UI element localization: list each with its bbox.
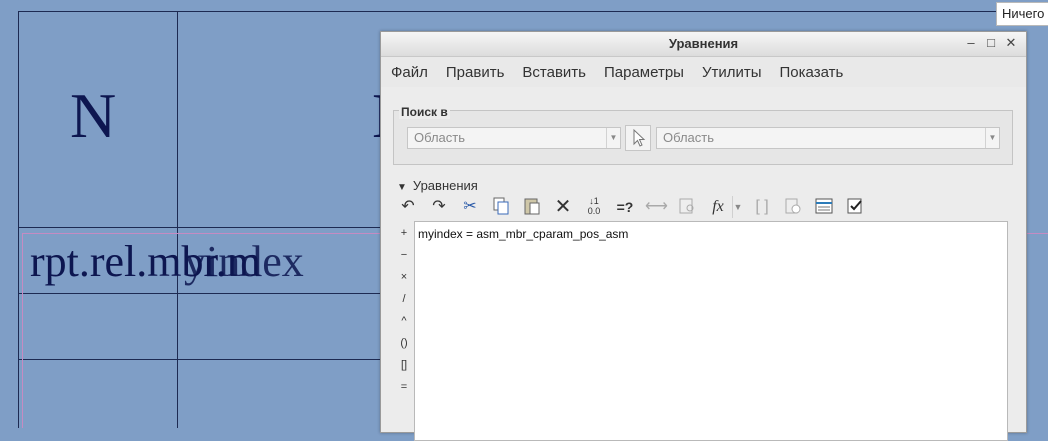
find-icon[interactable] [676, 196, 698, 218]
pick-button[interactable] [625, 125, 651, 151]
operator-minus[interactable]: − [395, 244, 413, 266]
selection-outline [22, 233, 380, 234]
scope-select-right-value: Область [663, 130, 715, 145]
paste-icon[interactable] [521, 196, 543, 218]
operator-plus[interactable]: + [395, 222, 413, 244]
menu-bar: Файл Править Вставить Параметры Утилиты … [381, 57, 1026, 87]
evaluate-icon[interactable]: =? [614, 196, 636, 218]
cut-icon[interactable]: ✂ [459, 196, 481, 218]
menu-show[interactable]: Показать [780, 64, 844, 81]
check-icon[interactable] [844, 196, 866, 218]
redo-icon[interactable]: ↷ [428, 196, 450, 218]
operator-power[interactable]: ^ [395, 310, 413, 332]
brackets-icon[interactable]: [ ] [751, 196, 773, 218]
chevron-down-icon: ▼ [985, 128, 999, 148]
cursor-arrow-icon [633, 128, 646, 147]
menu-file[interactable]: Файл [391, 64, 428, 81]
maximize-icon[interactable]: □ [983, 35, 999, 50]
sort-icon[interactable]: ↓1 0.0 [583, 196, 605, 218]
tooltip: Ничего [996, 2, 1048, 26]
selection-outline [1024, 233, 1048, 234]
copy-icon[interactable] [490, 196, 512, 218]
equation-text: myindex = asm_mbr_cparam_pos_asm [418, 227, 629, 241]
scope-select-left[interactable]: Область ▼ [407, 127, 621, 149]
dialog-titlebar[interactable]: Уравнения – □ ✕ [381, 32, 1026, 57]
table-header-n: N [70, 80, 117, 151]
undo-icon[interactable]: ↶ [397, 196, 419, 218]
equations-toolbar: ↶ ↷ ✂ ✕ ↓1 0.0 =? ⟷ fx ▼ [ ] [397, 196, 875, 218]
operator-divide[interactable]: / [395, 288, 413, 310]
table-row-border [18, 227, 380, 228]
equation-editor[interactable]: myindex = asm_mbr_cparam_pos_asm [414, 221, 1008, 441]
table-col-border [177, 11, 178, 428]
equations-section-header[interactable]: ▼ Уравнения [397, 178, 478, 193]
operator-parentheses[interactable]: () [395, 332, 413, 354]
verify-icon[interactable] [782, 196, 804, 218]
measure-icon[interactable]: ⟷ [645, 196, 668, 218]
collapse-triangle-icon: ▼ [397, 182, 407, 193]
dialog-title: Уравнения [668, 36, 739, 51]
table-left-border [18, 11, 19, 428]
minimize-icon[interactable]: – [963, 35, 979, 50]
menu-edit[interactable]: Править [446, 64, 505, 81]
close-icon[interactable]: ✕ [1003, 35, 1019, 51]
menu-utilities[interactable]: Утилиты [702, 64, 762, 81]
operator-brackets[interactable]: [] [395, 354, 413, 376]
function-icon[interactable]: fx [707, 196, 729, 218]
operator-equals[interactable]: = [395, 376, 413, 398]
selection-outline [22, 233, 23, 428]
search-group-label: Поиск в [399, 105, 450, 119]
operator-palette: + − × / ^ () [] = [395, 222, 413, 398]
table-top-border [18, 11, 1048, 12]
table-row-border [18, 359, 380, 360]
function-dropdown-icon[interactable]: ▼ [732, 196, 743, 218]
table-icon[interactable] [813, 196, 835, 218]
scope-select-right[interactable]: Область ▼ [656, 127, 1000, 149]
menu-parameters[interactable]: Параметры [604, 64, 684, 81]
scope-select-left-value: Область [414, 130, 466, 145]
table-cell-overlap-text: yindex [184, 237, 304, 286]
equations-section-label: Уравнения [412, 178, 478, 193]
chevron-down-icon: ▼ [606, 128, 620, 148]
operator-multiply[interactable]: × [395, 266, 413, 288]
equations-dialog: Уравнения – □ ✕ Файл Править Вставить Па… [380, 31, 1027, 441]
table-row-border [18, 293, 380, 294]
menu-insert[interactable]: Вставить [522, 64, 586, 81]
delete-icon[interactable]: ✕ [552, 196, 574, 218]
